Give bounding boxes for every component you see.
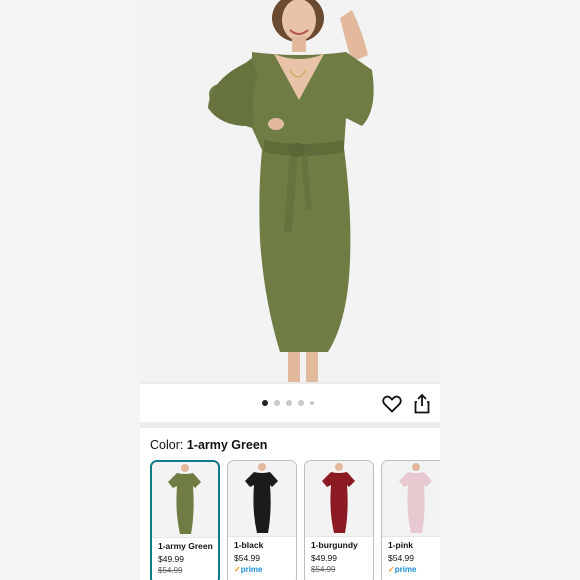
swatch-thumbnail <box>152 462 218 537</box>
prime-badge: ✓prime <box>234 565 263 574</box>
swatch-price: $54.99 <box>234 553 260 563</box>
swatch-price: $49.99 <box>311 553 337 563</box>
swatch-name: 1-army Green <box>158 541 213 551</box>
swatch-old-price: $54.99 <box>158 566 183 575</box>
selected-color-name: 1-army Green <box>186 438 268 452</box>
carousel-dot[interactable] <box>286 400 292 406</box>
carousel-dot[interactable] <box>298 400 304 406</box>
swatch-info: 1-army Green $49.99 $54.99 <box>152 537 218 578</box>
prime-check-icon: ✓ <box>388 565 395 574</box>
heart-icon[interactable] <box>382 395 402 413</box>
swatch-price: $54.99 <box>388 553 414 563</box>
swatch-price: $49.99 <box>158 554 184 564</box>
color-selector: Color: 1-army Green 1-army Green $49.99 … <box>140 428 440 580</box>
swatch-info: 1-burgundy $49.99 $54.99 <box>305 536 373 577</box>
product-page: Color: 1-army Green 1-army Green $49.99 … <box>140 0 440 580</box>
swatch-name: 1-burgundy <box>311 540 358 550</box>
share-icon[interactable] <box>414 393 430 414</box>
swatch-info: 1-black $54.99 ✓prime <box>228 536 296 577</box>
left-background <box>0 0 140 580</box>
swatch-name: 1-black <box>234 540 264 550</box>
color-label: Color: 1-army Green <box>150 438 268 452</box>
color-swatch-pink[interactable]: 1-pink $54.99 ✓prime <box>381 460 440 580</box>
color-swatch-army-green[interactable]: 1-army Green $49.99 $54.99 <box>150 460 220 580</box>
swatch-old-price: $54.99 <box>311 565 336 574</box>
carousel-dot[interactable] <box>262 400 268 406</box>
swatch-thumbnail <box>382 461 440 536</box>
color-swatch-burgundy[interactable]: 1-burgundy $49.99 $54.99 <box>304 460 374 580</box>
swatch-info: 1-pink $54.99 ✓prime <box>382 536 440 577</box>
color-swatches: 1-army Green $49.99 $54.99 1-black $54.9… <box>150 460 440 580</box>
right-background <box>440 0 580 580</box>
swatch-thumbnail <box>228 461 296 536</box>
carousel-dots <box>262 400 314 406</box>
carousel-dot[interactable] <box>310 401 314 405</box>
image-action-bar <box>140 384 440 422</box>
color-swatch-black[interactable]: 1-black $54.99 ✓prime <box>227 460 297 580</box>
prime-check-icon: ✓ <box>234 565 241 574</box>
dress-model-illustration <box>208 0 374 382</box>
swatch-thumbnail <box>305 461 373 536</box>
product-image[interactable] <box>140 0 440 382</box>
swatch-name: 1-pink <box>388 540 414 550</box>
carousel-dot[interactable] <box>274 400 280 406</box>
prime-badge: ✓prime <box>388 565 417 574</box>
